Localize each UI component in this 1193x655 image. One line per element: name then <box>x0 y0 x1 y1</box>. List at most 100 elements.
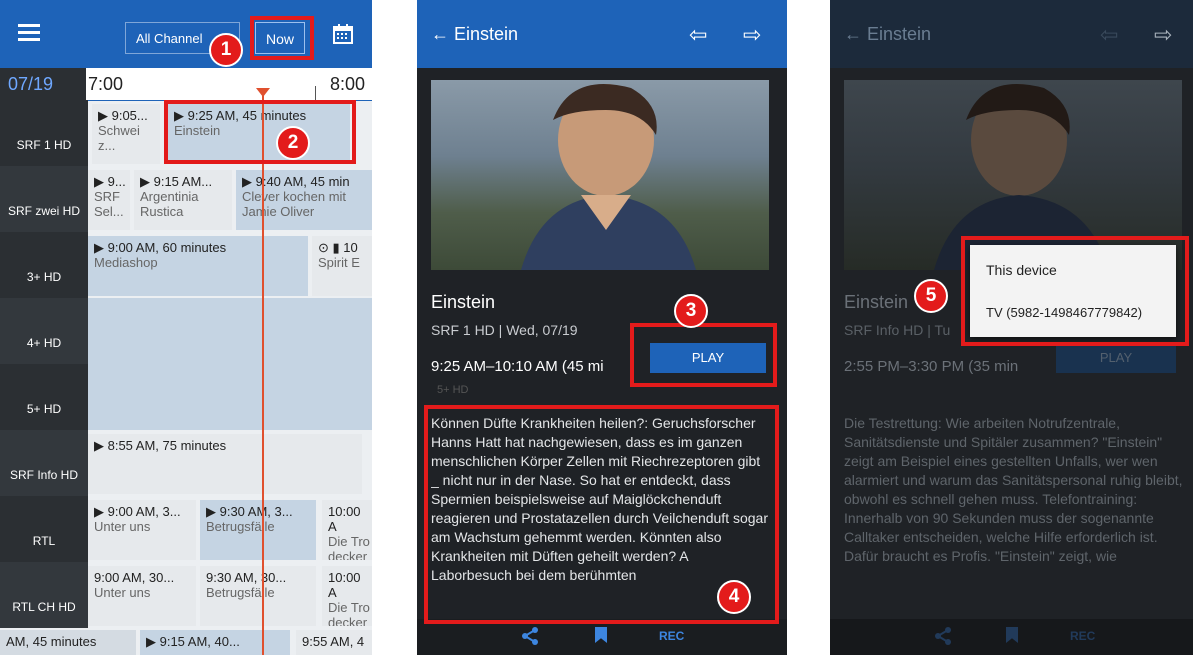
program-cell[interactable]: ⊙ ▮ 10 Spirit E <box>312 236 372 296</box>
calendar-icon[interactable] <box>333 24 353 44</box>
highlight-device-popup <box>961 236 1189 346</box>
share-icon[interactable] <box>521 627 539 650</box>
program-time: 9:30 AM, 30... <box>206 570 287 585</box>
share-icon <box>934 627 952 650</box>
program-time: ▶ 9:30 AM, 3... <box>206 504 293 519</box>
program-cell[interactable]: ▶ 9:00 AM, 3... Unter uns <box>88 500 196 560</box>
next-arrow-icon[interactable]: ⇨ <box>1154 22 1172 48</box>
time-divider <box>315 86 316 100</box>
program-cell[interactable]: ▶ 9... SRF Sel... <box>88 170 130 230</box>
channel-srf-info[interactable]: SRF Info HD <box>0 430 88 496</box>
program-cell[interactable]: ▶ 9:00 AM, 60 minutes Mediashop <box>88 236 308 296</box>
back-title[interactable]: ← Einstein <box>431 24 518 45</box>
callout-4: 4 <box>717 580 751 614</box>
program-cell[interactable]: AM, 45 minutes <box>0 630 136 655</box>
program-title: Unter uns <box>94 585 151 600</box>
program-cell[interactable]: ▶ 9:15 AM... Argentinia Rustica <box>134 170 232 230</box>
current-time-line <box>262 94 264 655</box>
program-time: ⊙ ▮ 10 <box>318 240 358 255</box>
epg-screen: All Channel Now 07/19 7:00 8:00 SRF 1 HD… <box>0 0 372 655</box>
bookmark-icon <box>1006 627 1018 643</box>
action-bar: REC <box>830 619 1193 655</box>
program-cell[interactable]: ▶ 9:30 AM, 3... Betrugsfälle <box>200 500 316 560</box>
channel-rtl-ch[interactable]: RTL CH HD <box>0 562 88 628</box>
program-title: Die Tro decker <box>328 534 370 560</box>
date-label: 07/19 <box>0 68 86 100</box>
detail-toolbar: ← Einstein ⇦ ⇨ <box>830 0 1193 68</box>
program-time-range: 9:25 AM–10:10 AM (45 mi <box>431 358 604 375</box>
previous-arrow-icon[interactable]: ⇦ <box>689 22 707 48</box>
program-cell[interactable]: 10:00 A Die Tro decker <box>322 500 372 560</box>
program-title: Argentinia Rustica <box>140 189 199 219</box>
highlight-play-button <box>630 323 777 387</box>
program-title: Einstein <box>431 292 496 312</box>
play-button: PLAY <box>1056 343 1176 373</box>
channel-5plus[interactable]: 5+ HD <box>0 364 88 430</box>
channel-rtl[interactable]: RTL <box>0 496 88 562</box>
program-description: Die Testrettung: Wie arbeiten Notrufzent… <box>844 415 1183 564</box>
bookmark-icon[interactable] <box>595 627 607 643</box>
hamburger-menu-icon[interactable] <box>18 24 40 42</box>
callout-1: 1 <box>209 33 243 67</box>
channel-filter-label: All Channel <box>136 31 203 46</box>
next-arrow-icon[interactable]: ⇨ <box>743 22 761 48</box>
program-title: Betrugsfälle <box>206 585 275 600</box>
callout-3: 3 <box>674 294 708 328</box>
action-bar: REC <box>417 619 787 655</box>
program-cell[interactable]: ▶ 8:55 AM, 75 minutes <box>88 434 362 494</box>
program-cell[interactable]: 10:00 A Die Tro decker <box>322 566 372 626</box>
current-time-marker-icon <box>256 88 270 97</box>
ghost-channel-label: 5+ HD <box>437 384 469 396</box>
channel-3plus[interactable]: 3+ HD <box>0 232 88 298</box>
program-title: Betrugsfälle <box>206 519 275 534</box>
program-time: ▶ 8:55 AM, 75 minutes <box>94 438 227 453</box>
program-time: 9:00 AM, 30... <box>94 570 175 585</box>
program-cell[interactable]: 9:30 AM, 30... Betrugsfälle <box>200 566 316 626</box>
back-title[interactable]: ← Einstein <box>844 24 931 45</box>
program-cell[interactable]: ▶ 9:40 AM, 45 min Clever kochen mit Jami… <box>236 170 372 230</box>
record-button[interactable]: REC <box>659 629 684 643</box>
program-title: SRF Sel... <box>94 189 124 219</box>
program-cell[interactable]: ▶ 9:05... Schwei z... <box>92 104 160 164</box>
program-title: Spirit E <box>318 255 360 270</box>
program-time: ▶ 9:15 AM... <box>140 174 213 189</box>
program-time: ▶ 9... <box>94 174 126 189</box>
channel-srf1[interactable]: SRF 1 HD <box>0 100 88 166</box>
program-channel-date: SRF Info HD | Tu <box>844 322 951 338</box>
program-cell[interactable]: 9:55 AM, 4 <box>296 630 372 655</box>
channel-label: SRF 1 HD <box>16 138 72 152</box>
channel-label: SRF zwei HD <box>7 204 80 218</box>
channel-label: 5+ HD <box>26 402 62 416</box>
program-cell[interactable]: 9:00 AM, 30... Unter uns <box>88 566 196 626</box>
detail-toolbar: ← Einstein ⇦ ⇨ <box>417 0 787 68</box>
program-time: 9:55 AM, 4 <box>302 634 365 649</box>
program-time: ▶ 9:00 AM, 60 minutes <box>94 240 227 255</box>
program-cell[interactable]: ▶ 9:15 AM, 40... <box>140 630 290 655</box>
program-time: AM, 45 minutes <box>6 634 97 649</box>
highlight-now-button <box>250 16 314 60</box>
program-thumbnail <box>431 80 769 270</box>
program-time: ▶ 9:00 AM, 3... <box>94 504 181 519</box>
channel-label: 3+ HD <box>26 270 62 284</box>
program-title: Unter uns <box>94 519 151 534</box>
program-time: 10:00 A <box>328 504 361 534</box>
callout-2: 2 <box>276 126 310 160</box>
program-time: ▶ 9:15 AM, 40... <box>146 634 240 649</box>
program-time: ▶ 9:05... <box>98 108 148 123</box>
program-time: 10:00 A <box>328 570 361 600</box>
program-time-range: 2:55 PM–3:30 PM (35 min <box>844 358 1019 375</box>
highlight-einstein-program <box>164 100 356 164</box>
time-header: 07/19 7:00 8:00 <box>0 68 372 101</box>
callout-5: 5 <box>914 279 948 313</box>
program-title: Schwei z... <box>98 123 140 153</box>
program-title: Die Tro decker <box>328 600 370 626</box>
channel-label: RTL CH HD <box>12 600 76 614</box>
channel-srf2[interactable]: SRF zwei HD <box>0 166 88 232</box>
row-bg <box>88 298 372 364</box>
channel-4plus[interactable]: 4+ HD <box>0 298 88 364</box>
program-channel-date: SRF 1 HD | Wed, 07/19 <box>431 322 578 338</box>
previous-arrow-icon: ⇦ <box>1100 22 1119 47</box>
time-label-start: 7:00 <box>88 74 124 94</box>
channel-label: SRF Info HD <box>9 468 78 482</box>
epg-toolbar: All Channel Now <box>0 0 372 68</box>
